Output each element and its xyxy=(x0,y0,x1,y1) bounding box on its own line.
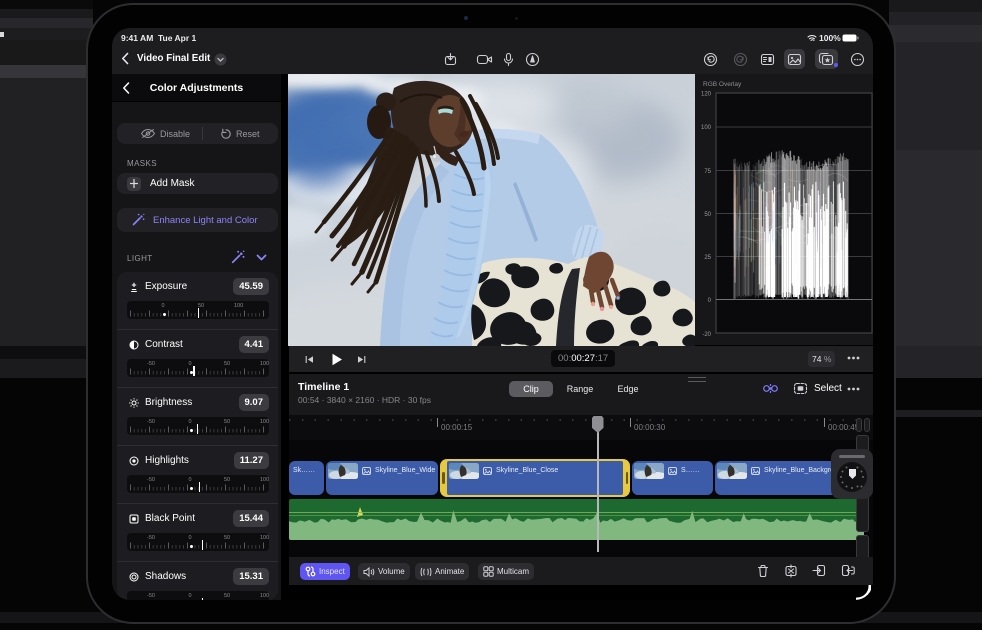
svg-text:120: 120 xyxy=(701,92,712,98)
svg-text:75: 75 xyxy=(704,169,711,175)
svg-text:25: 25 xyxy=(704,255,711,261)
svg-text:100: 100 xyxy=(701,125,712,131)
svg-text:-20: -20 xyxy=(702,332,711,338)
svg-text:50: 50 xyxy=(704,212,711,218)
svg-text:RGB Overlay: RGB Overlay xyxy=(703,81,742,88)
